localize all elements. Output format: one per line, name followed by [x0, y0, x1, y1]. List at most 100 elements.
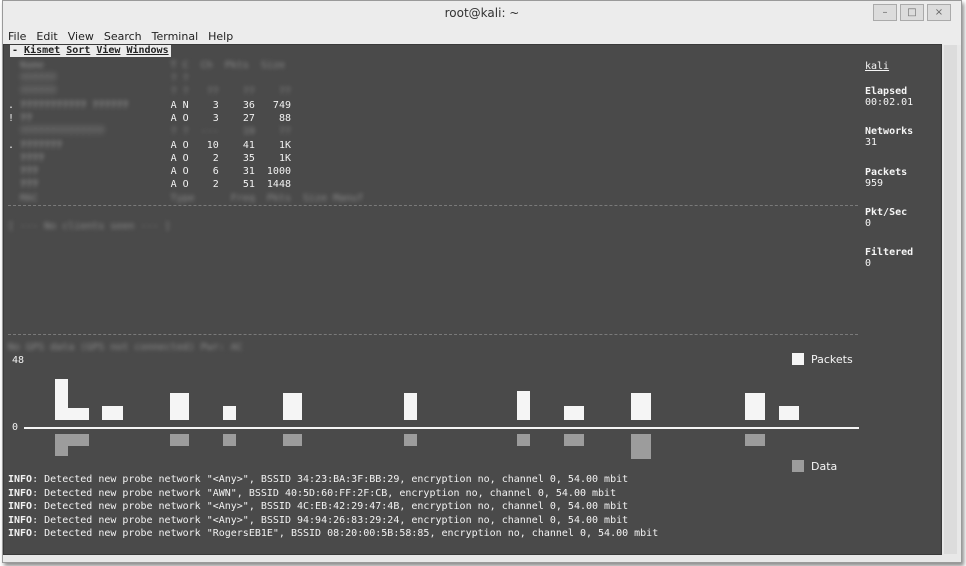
legend-packets-label: Packets: [811, 353, 853, 366]
network-row[interactable]: ?????? ? ? ?? ?? ??: [8, 86, 291, 97]
info-line: INFO: Detected new probe network "<Any>"…: [8, 501, 628, 512]
data-bar: [55, 434, 68, 456]
packets-value: 959: [865, 178, 884, 189]
menu-view[interactable]: View: [63, 26, 99, 45]
network-stats: ? ? ?? ?? ??: [158, 86, 291, 98]
network-name: ??????????????: [20, 126, 159, 138]
network-name: ???: [20, 179, 159, 191]
network-name: ??????????? ??????: [20, 99, 159, 111]
network-stats: A O 2 35 1K: [158, 152, 291, 164]
side-filtered: Filtered 0: [865, 247, 913, 269]
network-name: ???????: [20, 139, 159, 151]
packet-bar: [564, 406, 584, 420]
close-button[interactable]: ×: [927, 4, 951, 21]
kismet-menu-view[interactable]: View: [96, 45, 120, 56]
kismet-menu-kismet[interactable]: Kismet: [24, 45, 60, 56]
menu-help[interactable]: Help: [203, 26, 238, 45]
client-list-header: MAC Type Freq Pkts Size Manuf: [8, 193, 364, 204]
maximize-button[interactable]: □: [900, 4, 924, 21]
network-row[interactable]: . ??????????? ?????? A N 3 36 749: [8, 100, 291, 111]
menu-search[interactable]: Search: [99, 26, 147, 45]
data-bar: [170, 434, 189, 446]
network-flag: [8, 126, 20, 137]
network-flag: [8, 166, 20, 177]
data-bar: [404, 434, 417, 446]
kismet-menu-sort[interactable]: Sort: [66, 45, 90, 56]
kismet-menu-dash: -: [12, 45, 25, 56]
networks-value: 31: [865, 137, 878, 148]
info-line: INFO: Detected new probe network "<Any>"…: [8, 474, 628, 485]
network-stats: A O 10 41 1K: [158, 139, 291, 151]
legend-data-swatch: [792, 460, 804, 472]
filtered-label: Filtered: [865, 247, 914, 258]
info-tag: INFO: [8, 514, 33, 526]
info-tag: INFO: [8, 501, 33, 512]
info-text: : Detected new probe network "<Any>", BS…: [32, 474, 629, 485]
data-bar: [223, 434, 236, 446]
graph-axis: [24, 427, 859, 429]
packet-bar: [102, 406, 123, 420]
window-title: root@kali: ~: [444, 6, 520, 20]
network-flag: [8, 86, 20, 97]
info-text: : Detected new probe network "<Any>", BS…: [32, 514, 629, 526]
info-text: : Detected new probe network "<Any>", BS…: [32, 501, 629, 512]
packet-bar: [223, 406, 236, 420]
terminal-scrollbar[interactable]: [944, 45, 957, 554]
network-row[interactable]: ! ?? A O 3 27 88: [8, 113, 291, 124]
network-stats: A O 2 51 1448: [158, 179, 291, 191]
network-stats: A O 6 31 1000: [158, 166, 291, 178]
data-bar: [745, 434, 765, 446]
menu-bar: File Edit View Search Terminal Help: [3, 26, 961, 45]
info-line: INFO: Detected new probe network "AWN", …: [8, 488, 616, 499]
network-row[interactable]: ??? A O 2 51 1448: [8, 179, 291, 190]
side-elapsed: Elapsed 00:02.01: [865, 86, 913, 108]
side-packets: Packets 959: [865, 167, 907, 189]
packet-bar: [404, 393, 417, 420]
data-bar: [631, 434, 651, 459]
info-line: INFO: Detected new probe network "<Any>"…: [8, 515, 628, 526]
network-name: ??: [20, 112, 159, 124]
packet-bar: [517, 391, 530, 420]
minimize-button[interactable]: –: [873, 4, 897, 21]
info-tag: INFO: [8, 474, 33, 485]
info-text: : Detected new probe network "RogersEB1E…: [32, 528, 659, 539]
network-row[interactable]: ???? A O 2 35 1K: [8, 153, 291, 164]
info-text: : Detected new probe network "AWN", BSSI…: [32, 487, 617, 499]
network-row[interactable]: ??? A O 6 31 1000: [8, 166, 291, 177]
pktsec-value: 0: [865, 218, 872, 229]
menu-edit[interactable]: Edit: [31, 26, 62, 45]
title-bar[interactable]: root@kali: ~ – □ ×: [3, 1, 961, 26]
gps-separator: [8, 334, 858, 335]
data-bar: [564, 434, 584, 446]
packet-bar: [55, 408, 89, 420]
network-row[interactable]: ?????? ? ?: [8, 73, 291, 84]
legend-packets-swatch: [792, 353, 804, 365]
no-clients-text: [ --- No clients seen --- ]: [8, 221, 171, 232]
network-name: ????: [20, 152, 159, 164]
packet-bar: [283, 393, 302, 420]
network-flag: .: [8, 99, 21, 111]
network-stats: A O 3 27 88: [158, 112, 291, 124]
network-flag: .: [8, 139, 21, 151]
pktsec-label: Pkt/Sec: [865, 207, 908, 218]
data-bar: [517, 434, 530, 446]
network-row[interactable]: ?????????????? ? ? --- 19 ??: [8, 126, 291, 137]
network-flag: [8, 73, 20, 84]
filtered-value: 0: [865, 258, 872, 269]
network-name: ???: [20, 166, 159, 178]
packet-bar: [170, 393, 189, 420]
host-name: kali: [865, 61, 890, 72]
info-tag: INFO: [8, 528, 33, 539]
menu-terminal[interactable]: Terminal: [147, 26, 204, 45]
network-row[interactable]: . ??????? A O 10 41 1K: [8, 140, 291, 151]
data-bar: [283, 434, 302, 446]
side-pktsec: Pkt/Sec 0: [865, 207, 907, 229]
info-tag: INFO: [8, 487, 33, 499]
client-separator: [8, 205, 858, 206]
kismet-menu-windows[interactable]: Windows: [126, 45, 168, 56]
info-line: INFO: Detected new probe network "Rogers…: [8, 528, 658, 539]
network-name: ??????: [20, 86, 159, 98]
network-flag: [8, 179, 20, 190]
menu-file[interactable]: File: [3, 26, 31, 45]
gps-status-text: No GPS data (GPS not connected) Pwr: AC: [8, 342, 243, 353]
